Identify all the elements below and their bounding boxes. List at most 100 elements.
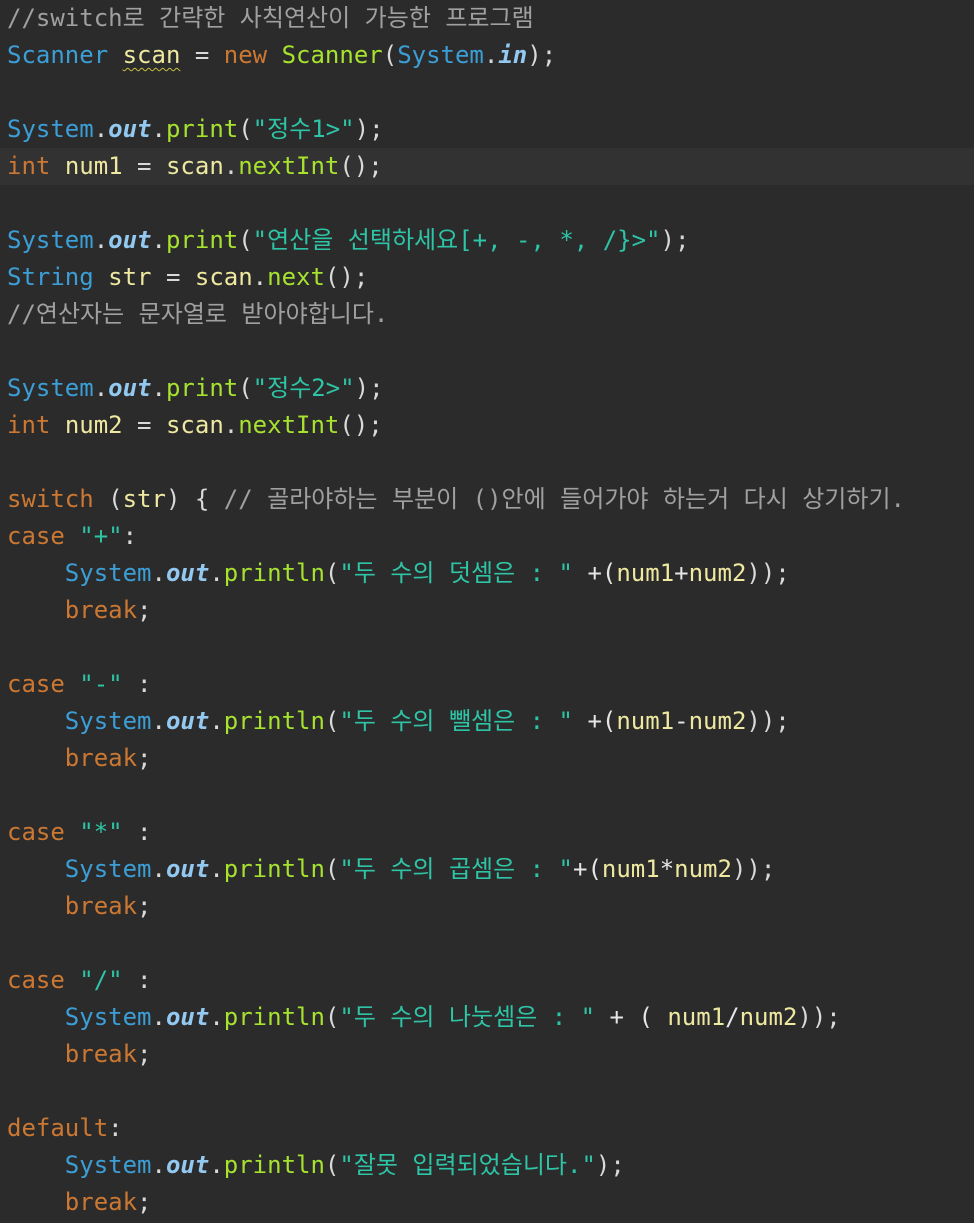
punctuation: )); <box>731 855 776 883</box>
operator: * <box>659 855 675 883</box>
punctuation <box>65 522 79 550</box>
punctuation <box>108 41 122 69</box>
punctuation: . <box>151 855 166 883</box>
punctuation: : <box>122 670 152 698</box>
code-line[interactable]: //switch로 간략한 사칙연산이 가능한 프로그램 <box>0 0 974 37</box>
punctuation: )); <box>746 559 790 587</box>
string-literal: "-" <box>79 670 123 698</box>
operator: + ( <box>595 1003 668 1031</box>
operator: +( <box>573 559 617 587</box>
string-literal: "정수2>" <box>252 374 355 402</box>
keyword-token: case <box>7 818 65 846</box>
code-line[interactable]: switch (str) { // 골라야하는 부분이 ()안에 들어가야 하는… <box>0 481 974 518</box>
code-line[interactable]: System.out.println("잘못 입력되었습니다."); <box>0 1147 974 1184</box>
variable-token: scan <box>165 152 224 180</box>
type-token: System <box>64 855 152 883</box>
string-literal: "+" <box>79 522 123 550</box>
code-line[interactable]: String str = scan.next(); <box>0 259 974 296</box>
punctuation: . <box>223 152 239 180</box>
punctuation <box>7 744 65 772</box>
punctuation: . <box>151 1003 166 1031</box>
punctuation: : <box>122 522 138 550</box>
code-line[interactable]: System.out.print("정수1>"); <box>0 111 974 148</box>
punctuation <box>50 152 64 180</box>
code-line[interactable]: case "/" : <box>0 962 974 999</box>
code-line[interactable]: break; <box>0 592 974 629</box>
string-literal: "두 수의 나눗셈은 : " <box>339 1003 596 1031</box>
punctuation: ( <box>324 559 340 587</box>
code-line[interactable]: break; <box>0 740 974 777</box>
code-line[interactable]: break; <box>0 1036 974 1073</box>
code-line[interactable]: System.out.println("두 수의 뺄셈은 : " +(num1-… <box>0 703 974 740</box>
variable-token: num2 <box>688 707 747 735</box>
code-line[interactable] <box>0 629 974 666</box>
punctuation: : <box>122 966 152 994</box>
variable-token: scan <box>122 41 181 69</box>
code-line[interactable]: //연산자는 문자열로 받아야합니다. <box>0 296 974 333</box>
code-line[interactable]: System.out.println("두 수의 곱셈은 : "+(num1*n… <box>0 851 974 888</box>
code-line[interactable]: int num1 = scan.nextInt(); <box>0 148 974 185</box>
code-line[interactable]: case "+": <box>0 518 974 555</box>
code-line[interactable]: System.out.println("두 수의 덧셈은 : " +(num1+… <box>0 555 974 592</box>
punctuation <box>65 966 79 994</box>
variable-token: num1 <box>616 707 675 735</box>
type-token: System <box>7 374 94 402</box>
punctuation <box>7 1003 65 1031</box>
code-line[interactable] <box>0 444 974 481</box>
field-token: out <box>165 855 210 883</box>
code-line[interactable]: break; <box>0 1184 974 1221</box>
punctuation: ( <box>324 707 340 735</box>
punctuation: ); <box>354 115 384 143</box>
code-line[interactable]: Scanner scan = new Scanner(System.in); <box>0 37 974 74</box>
variable-token: num2 <box>64 411 123 439</box>
variable-token: str <box>108 263 152 291</box>
punctuation: : <box>108 1114 123 1142</box>
code-line[interactable] <box>0 333 974 370</box>
code-line[interactable] <box>0 185 974 222</box>
code-line[interactable]: int num2 = scan.nextInt(); <box>0 407 974 444</box>
punctuation: = <box>180 41 224 69</box>
code-line[interactable] <box>0 925 974 962</box>
field-token: out <box>165 1151 210 1179</box>
punctuation: . <box>93 226 109 254</box>
code-line[interactable]: break; <box>0 888 974 925</box>
punctuation: ; <box>137 596 152 624</box>
keyword-token: case <box>7 522 65 550</box>
keyword-token: new <box>223 41 268 69</box>
punctuation: = <box>151 263 195 291</box>
punctuation: : <box>122 818 152 846</box>
code-line[interactable] <box>0 1073 974 1110</box>
code-line[interactable] <box>0 74 974 111</box>
code-editor[interactable]: //switch로 간략한 사칙연산이 가능한 프로그램 Scanner scan… <box>0 0 974 1223</box>
punctuation: . <box>151 707 166 735</box>
code-line[interactable]: System.out.println("두 수의 나눗셈은 : " + ( nu… <box>0 999 974 1036</box>
punctuation: ( <box>324 855 340 883</box>
code-line[interactable]: case "-" : <box>0 666 974 703</box>
punctuation: ); <box>527 41 557 69</box>
operator: +( <box>573 707 617 735</box>
punctuation: = <box>122 152 166 180</box>
punctuation: . <box>209 707 224 735</box>
punctuation: ; <box>137 744 152 772</box>
punctuation: . <box>223 411 239 439</box>
type-token: System <box>397 41 484 69</box>
punctuation: . <box>209 1151 224 1179</box>
type-token: System <box>64 1151 152 1179</box>
punctuation <box>7 707 65 735</box>
method-token: print <box>165 115 239 143</box>
code-line[interactable] <box>0 777 974 814</box>
punctuation: (); <box>324 263 369 291</box>
punctuation: . <box>209 559 224 587</box>
type-token: System <box>64 707 152 735</box>
punctuation: (); <box>339 411 383 439</box>
code-line[interactable]: System.out.print("정수2>"); <box>0 370 974 407</box>
punctuation: ; <box>137 892 152 920</box>
code-line[interactable]: default: <box>0 1110 974 1147</box>
punctuation: ( <box>93 485 123 513</box>
code-line[interactable]: System.out.print("연산을 선택하세요[+, -, *, /}>… <box>0 222 974 259</box>
variable-token: str <box>122 485 166 513</box>
keyword-token: default <box>7 1114 109 1142</box>
code-line[interactable]: case "*" : <box>0 814 974 851</box>
punctuation: . <box>151 1151 166 1179</box>
operator: + <box>674 559 689 587</box>
